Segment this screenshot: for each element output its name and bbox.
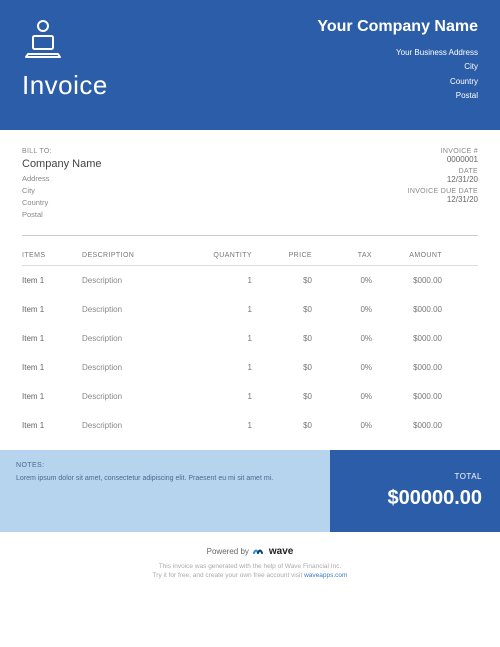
notes-text: Lorem ipsum dolor sit amet, consectetur …: [16, 474, 314, 485]
invoice-num: 0000001: [408, 155, 478, 164]
waveapps-link[interactable]: waveapps.com: [304, 572, 347, 579]
cell-qty: 1: [197, 334, 252, 343]
cell-qty: 1: [197, 305, 252, 314]
items-table: ITEMS DESCRIPTION QUANTITY PRICE TAX AMO…: [0, 236, 500, 450]
cell-tax: 0%: [317, 305, 372, 314]
cell-amount: $000.00: [377, 334, 442, 343]
company-city: City: [317, 60, 478, 74]
cell-tax: 0%: [317, 276, 372, 285]
col-description: DESCRIPTION: [82, 252, 192, 259]
info-section: BILL TO: Company Name Address City Count…: [0, 130, 500, 221]
cell-desc: Description: [82, 363, 192, 372]
cell-amount: $000.00: [377, 421, 442, 430]
bill-to-postal: Postal: [22, 209, 101, 221]
table-row: Item 1 Description 1 $0 0% $000.00: [22, 324, 478, 353]
bill-to-address: Address: [22, 173, 101, 185]
cell-item: Item 1: [22, 421, 77, 430]
cell-desc: Description: [82, 421, 192, 430]
invoice-meta: INVOICE # 0000001 DATE 12/31/20 INVOICE …: [408, 148, 478, 221]
bill-to-block: BILL TO: Company Name Address City Count…: [22, 148, 101, 221]
cell-tax: 0%: [317, 363, 372, 372]
col-quantity: QUANTITY: [197, 252, 252, 259]
cell-qty: 1: [197, 276, 252, 285]
cell-price: $0: [257, 276, 312, 285]
cell-price: $0: [257, 334, 312, 343]
powered-line1: This invoice was generated with the help…: [22, 562, 478, 572]
powered-line2: Try it for free, and create your own fre…: [22, 571, 478, 581]
cell-desc: Description: [82, 276, 192, 285]
cell-amount: $000.00: [377, 276, 442, 285]
company-address: Your Business Address: [317, 46, 478, 60]
wave-icon: [253, 546, 265, 558]
cell-item: Item 1: [22, 392, 77, 401]
cell-price: $0: [257, 392, 312, 401]
header: Invoice Your Company Name Your Business …: [0, 0, 500, 130]
company-country: Country: [317, 75, 478, 89]
invoice-title: Invoice: [22, 70, 108, 101]
wave-brand: wave: [269, 546, 293, 557]
table-row: Item 1 Description 1 $0 0% $000.00: [22, 266, 478, 295]
footer-row: NOTES: Lorem ipsum dolor sit amet, conse…: [0, 450, 500, 532]
col-items: ITEMS: [22, 252, 77, 259]
bill-to-city: City: [22, 185, 101, 197]
header-right: Your Company Name Your Business Address …: [317, 18, 478, 104]
invoice-due: 12/31/20: [408, 195, 478, 204]
cell-amount: $000.00: [377, 305, 442, 314]
col-price: PRICE: [257, 252, 312, 259]
cell-item: Item 1: [22, 305, 77, 314]
cell-item: Item 1: [22, 276, 77, 285]
cell-tax: 0%: [317, 334, 372, 343]
company-postal: Postal: [317, 89, 478, 103]
bill-to-company: Company Name: [22, 158, 101, 170]
invoice-date-label: DATE: [408, 168, 478, 175]
cell-amount: $000.00: [377, 392, 442, 401]
cell-item: Item 1: [22, 334, 77, 343]
cell-qty: 1: [197, 421, 252, 430]
table-row: Item 1 Description 1 $0 0% $000.00: [22, 295, 478, 324]
cell-tax: 0%: [317, 421, 372, 430]
cell-amount: $000.00: [377, 363, 442, 372]
notes-block: NOTES: Lorem ipsum dolor sit amet, conse…: [0, 450, 330, 532]
col-tax: TAX: [317, 252, 372, 259]
table-row: Item 1 Description 1 $0 0% $000.00: [22, 353, 478, 382]
cell-item: Item 1: [22, 363, 77, 372]
person-laptop-icon: [22, 18, 108, 60]
cell-price: $0: [257, 363, 312, 372]
bill-to-country: Country: [22, 197, 101, 209]
cell-desc: Description: [82, 334, 192, 343]
company-name: Your Company Name: [317, 18, 478, 36]
total-block: TOTAL $00000.00: [330, 450, 500, 532]
cell-price: $0: [257, 421, 312, 430]
bill-to-label: BILL TO:: [22, 148, 101, 155]
invoice-due-label: INVOICE DUE DATE: [408, 188, 478, 195]
table-row: Item 1 Description 1 $0 0% $000.00: [22, 382, 478, 411]
invoice-num-label: INVOICE #: [408, 148, 478, 155]
col-amount: AMOUNT: [377, 252, 442, 259]
powered-prefix: Powered by: [207, 547, 249, 556]
notes-label: NOTES:: [16, 462, 314, 469]
powered-by: Powered by wave This invoice was generat…: [0, 532, 500, 592]
cell-tax: 0%: [317, 392, 372, 401]
cell-price: $0: [257, 305, 312, 314]
cell-qty: 1: [197, 392, 252, 401]
table-header: ITEMS DESCRIPTION QUANTITY PRICE TAX AMO…: [22, 246, 478, 266]
total-label: TOTAL: [454, 472, 482, 481]
invoice-date: 12/31/20: [408, 175, 478, 184]
cell-desc: Description: [82, 305, 192, 314]
header-left: Invoice: [22, 18, 108, 104]
table-row: Item 1 Description 1 $0 0% $000.00: [22, 411, 478, 440]
total-value: $00000.00: [387, 487, 482, 510]
cell-qty: 1: [197, 363, 252, 372]
cell-desc: Description: [82, 392, 192, 401]
